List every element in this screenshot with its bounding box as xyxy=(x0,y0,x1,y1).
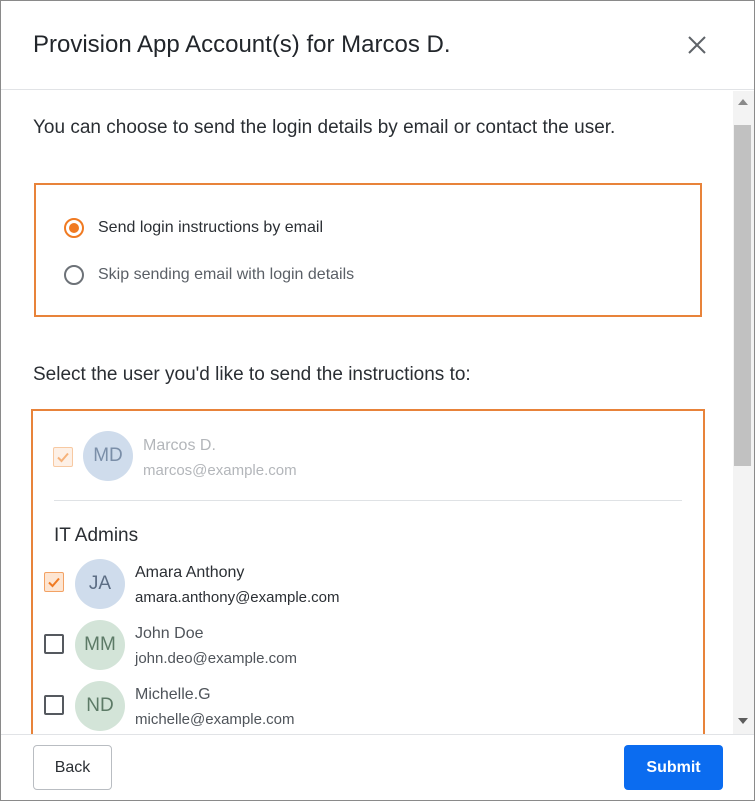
checkbox-checked[interactable] xyxy=(44,572,64,592)
user-email: amara.anthony@example.com xyxy=(135,589,340,606)
delivery-options-group: Send login instructions by email Skip se… xyxy=(34,183,702,317)
scroll-up-arrow-icon[interactable] xyxy=(738,99,748,105)
provision-dialog: Provision App Account(s) for Marcos D. Y… xyxy=(0,0,755,801)
intro-text: You can choose to send the login details… xyxy=(33,117,616,138)
scrollbar-thumb[interactable] xyxy=(734,125,751,466)
dialog-body: You can choose to send the login details… xyxy=(1,91,733,734)
vertical-scrollbar[interactable] xyxy=(733,91,754,734)
avatar: JA xyxy=(75,559,125,609)
user-name: Amara Anthony xyxy=(135,564,245,581)
checkbox[interactable] xyxy=(44,695,64,715)
avatar: MD xyxy=(83,431,133,481)
group-title: IT Admins xyxy=(54,525,139,546)
back-button[interactable]: Back xyxy=(33,745,112,790)
submit-button[interactable]: Submit xyxy=(624,745,723,790)
check-icon xyxy=(48,577,60,588)
checkbox-disabled xyxy=(53,447,73,467)
user-email: michelle@example.com xyxy=(135,711,295,728)
checkbox[interactable] xyxy=(44,634,64,654)
list-item-user[interactable]: MM John Doe john.deo@example.com xyxy=(33,620,703,676)
dialog-header: Provision App Account(s) for Marcos D. xyxy=(1,1,754,90)
user-name: Marcos D. xyxy=(143,437,216,454)
check-icon xyxy=(57,452,69,463)
user-name: John Doe xyxy=(135,625,204,642)
divider xyxy=(54,500,682,501)
radio-button[interactable] xyxy=(64,265,84,285)
list-item-primary-user: MD Marcos D. marcos@example.com xyxy=(33,429,703,485)
radio-label: Send login instructions by email xyxy=(98,219,324,236)
user-email: marcos@example.com xyxy=(143,462,297,479)
dialog-title: Provision App Account(s) for Marcos D. xyxy=(33,31,451,58)
avatar: MM xyxy=(75,620,125,670)
radio-send-email[interactable]: Send login instructions by email xyxy=(64,218,323,238)
scroll-down-arrow-icon[interactable] xyxy=(738,718,748,724)
user-selection-list: MD Marcos D. marcos@example.com IT Admin… xyxy=(31,409,705,734)
list-item-user[interactable]: JA Amara Anthony amara.anthony@example.c… xyxy=(33,559,703,615)
radio-label: Skip sending email with login details xyxy=(98,266,355,283)
radio-button-selected[interactable] xyxy=(64,218,84,238)
radio-skip-email[interactable]: Skip sending email with login details xyxy=(64,265,354,285)
list-item-user[interactable]: ND Michelle.G michelle@example.com xyxy=(33,681,703,734)
user-name: Michelle.G xyxy=(135,686,211,703)
select-users-prompt: Select the user you'd like to send the i… xyxy=(33,364,471,385)
close-icon[interactable] xyxy=(685,33,709,57)
avatar: ND xyxy=(75,681,125,731)
dialog-footer: Back Submit xyxy=(1,734,754,800)
user-email: john.deo@example.com xyxy=(135,650,297,667)
